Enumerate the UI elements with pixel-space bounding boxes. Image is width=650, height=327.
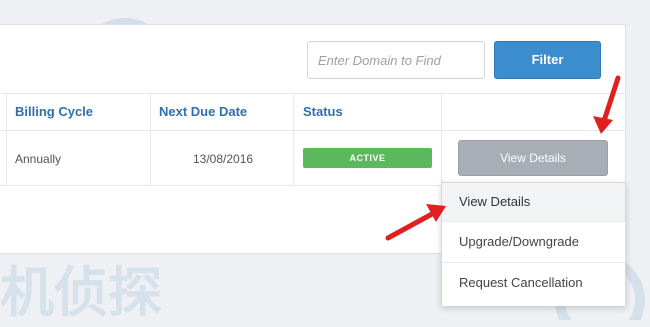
- menu-item-view-details[interactable]: View Details: [442, 183, 625, 221]
- annotation-arrow-icon: [593, 75, 621, 134]
- status-badge: ACTIVE: [303, 148, 432, 168]
- billing-cycle-cell: Annually: [15, 152, 62, 166]
- column-status[interactable]: Status: [303, 94, 343, 130]
- menu-divider: [442, 262, 625, 263]
- column-billing-cycle[interactable]: Billing Cycle: [15, 94, 93, 130]
- actions-dropdown: View Details Upgrade/Downgrade Request C…: [441, 182, 626, 306]
- view-details-button[interactable]: View Details: [458, 140, 608, 176]
- next-due-date-cell: 13/08/2016: [193, 152, 254, 166]
- search-input[interactable]: [307, 41, 485, 79]
- annotation-arrow-icon: [385, 204, 446, 241]
- table-header: Billing Cycle Next Due Date Status: [0, 93, 626, 131]
- column-next-due-date[interactable]: Next Due Date: [159, 94, 247, 130]
- menu-item-upgrade-downgrade[interactable]: Upgrade/Downgrade: [442, 223, 625, 261]
- menu-divider: [442, 221, 625, 222]
- watermark-large-bottom: 机侦探: [0, 263, 162, 323]
- menu-item-request-cancellation[interactable]: Request Cancellation: [442, 264, 625, 302]
